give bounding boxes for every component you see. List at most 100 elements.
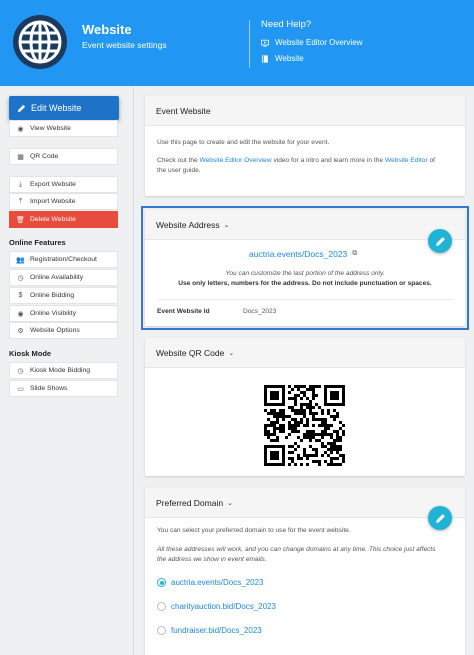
qr-module <box>297 394 300 397</box>
qr-module <box>321 454 324 457</box>
qr-module <box>264 457 267 460</box>
edit-address-button[interactable] <box>428 229 452 253</box>
qr-module <box>321 424 324 427</box>
qr-module <box>294 442 297 445</box>
sidebar-item-slide-shows[interactable]: ▭ Slide Shows <box>9 380 118 397</box>
qr-module <box>270 445 273 448</box>
globe-icon <box>13 15 67 69</box>
qr-module <box>297 457 300 460</box>
qr-module <box>291 388 294 391</box>
help-text-prefix: Check out the <box>157 157 198 164</box>
qr-module <box>321 421 324 424</box>
editor-overview-link[interactable]: Website Editor Overview <box>200 157 272 164</box>
edit-domain-button[interactable] <box>428 506 452 530</box>
qr-module <box>342 385 345 388</box>
pencil-icon <box>17 104 26 112</box>
qr-module <box>321 409 324 412</box>
qr-module <box>267 412 270 415</box>
copy-icon[interactable]: ⧉ <box>352 250 357 258</box>
qr-module <box>321 433 324 436</box>
qr-module <box>282 448 285 451</box>
qr-module <box>294 412 297 415</box>
qr-module <box>270 451 273 454</box>
sidebar-item-online-availability[interactable]: ◷ Online Availability <box>9 269 118 286</box>
qr-module <box>282 463 285 466</box>
sidebar-item-website-options[interactable]: ⚙ Website Options <box>9 322 118 339</box>
edit-website-label[interactable]: Edit Website <box>31 103 81 113</box>
domain-option-label[interactable]: fundraiser.bid/Docs_2023 <box>171 626 262 635</box>
qr-module <box>312 388 315 391</box>
qr-module <box>333 394 336 397</box>
qr-module <box>333 463 336 466</box>
sidebar-item-view-website[interactable]: ◉ View Website <box>9 120 118 137</box>
chevron-down-icon[interactable]: ⌄ <box>228 349 234 357</box>
qr-module <box>330 448 333 451</box>
domain-option-label[interactable]: charityauction.bid/Docs_2023 <box>171 602 276 611</box>
qr-module <box>264 400 267 403</box>
qr-module <box>294 427 297 430</box>
qr-module <box>336 397 339 400</box>
qr-module <box>336 451 339 454</box>
domain-option-label[interactable]: auctria.events/Docs_2023 <box>171 578 264 587</box>
sidebar-item-import-website[interactable]: ⤒ Import Website <box>9 193 118 210</box>
edit-website-button[interactable]: Edit Website <box>9 96 119 120</box>
qr-module <box>318 463 321 466</box>
qr-module <box>294 400 297 403</box>
qr-module <box>330 445 333 448</box>
upload-icon: ⤒ <box>18 197 23 205</box>
qr-module <box>279 412 282 415</box>
qr-module <box>291 406 294 409</box>
qr-module <box>309 436 312 439</box>
clock-icon: ◷ <box>17 367 24 375</box>
help-link-label[interactable]: Website Editor Overview <box>275 38 362 47</box>
qr-module <box>312 454 315 457</box>
sidebar-item-label: Slide Shows <box>30 385 68 392</box>
sidebar-item-export-website[interactable]: ⤓ Export Website <box>9 176 118 193</box>
qr-module <box>300 409 303 412</box>
qr-module <box>288 451 291 454</box>
qr-module <box>270 454 273 457</box>
card-title[interactable]: Website QR Code <box>156 348 224 358</box>
qr-module <box>336 457 339 460</box>
qr-module <box>276 451 279 454</box>
sidebar-item-kiosk-bidding[interactable]: ◷ Kiosk Mode Bidding <box>9 362 118 379</box>
qr-module <box>294 409 297 412</box>
qr-module <box>315 394 318 397</box>
sidebar-item-registration[interactable]: 👥 Registration/Checkout <box>9 251 118 268</box>
qr-module <box>312 394 315 397</box>
qr-module <box>264 409 267 412</box>
qr-module <box>282 451 285 454</box>
qr-module <box>318 424 321 427</box>
qr-module <box>327 448 330 451</box>
sidebar-item-qr-code[interactable]: ▦ QR Code <box>9 148 118 165</box>
qr-module <box>294 421 297 424</box>
card-header[interactable]: Website QR Code ⌄ <box>145 338 465 368</box>
qr-module <box>288 415 291 418</box>
help-link-label[interactable]: Website <box>275 54 304 63</box>
website-editor-link[interactable]: Website Editor <box>385 157 428 164</box>
qr-module <box>312 406 315 409</box>
qr-module <box>267 436 270 439</box>
chevron-down-icon[interactable]: ⌄ <box>227 499 233 507</box>
qr-module <box>306 463 309 466</box>
qr-module <box>279 385 282 388</box>
help-link-website[interactable]: Website <box>261 54 304 63</box>
domain-radio-charityauction[interactable] <box>157 602 166 611</box>
domain-radio-fundraiser[interactable] <box>157 626 166 635</box>
qr-module <box>333 439 336 442</box>
domain-radio-auctria[interactable] <box>157 578 166 587</box>
card-header[interactable]: Preferred Domain ⌄ <box>145 488 465 518</box>
qr-module <box>330 460 333 463</box>
qr-module <box>264 388 267 391</box>
sidebar-item-online-bidding[interactable]: $ Online Bidding <box>9 287 118 304</box>
website-url[interactable]: auctria.events/Docs_2023 ⧉ <box>249 249 357 259</box>
qr-module <box>267 433 270 436</box>
qr-module <box>291 397 294 400</box>
qr-module <box>276 385 279 388</box>
sidebar-item-online-visibility[interactable]: ◉ Online Visibility <box>9 305 118 322</box>
qr-module <box>282 457 285 460</box>
card-title[interactable]: Preferred Domain <box>156 498 223 508</box>
help-link-editor-overview[interactable]: Website Editor Overview <box>261 38 362 47</box>
website-url-text[interactable]: auctria.events/Docs_2023 <box>249 249 347 259</box>
sidebar-item-delete-website[interactable]: 🗑 Delete Website <box>9 211 118 228</box>
